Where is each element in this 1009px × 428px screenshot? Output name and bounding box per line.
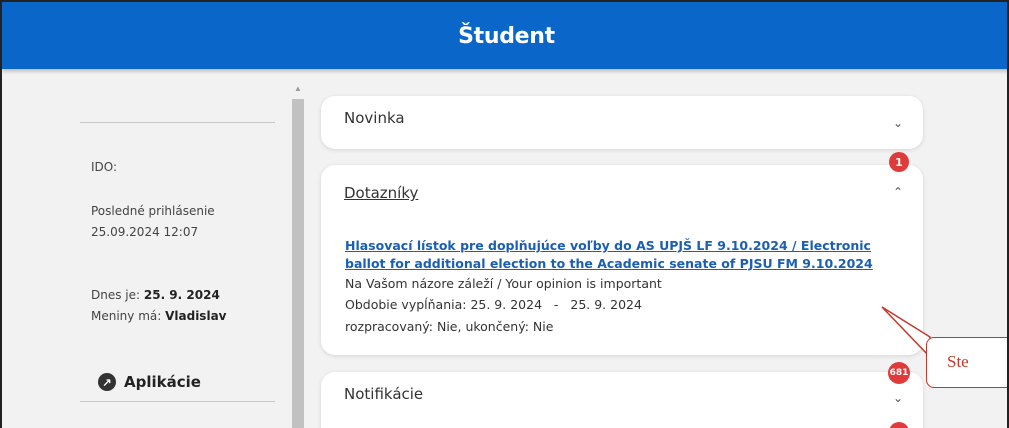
sidebar: IDO: Posledné prihlásenie 25.09.2024 12:… bbox=[2, 69, 292, 428]
notifikacie-count-badge: 681 bbox=[888, 362, 910, 384]
card-novinka[interactable]: Novinka ⌄ bbox=[321, 96, 923, 149]
nameday-value: Vladislav bbox=[165, 309, 227, 323]
last-login-value: 25.09.2024 12:07 bbox=[91, 225, 199, 239]
apps-label: Aplikácie bbox=[124, 373, 201, 391]
survey-status: rozpracovaný: Nie, ukončený: Nie bbox=[345, 319, 554, 334]
today-label: Dnes je: bbox=[91, 288, 144, 302]
scroll-up-arrow-icon[interactable]: ▲ bbox=[294, 84, 302, 93]
scrollbar[interactable]: ▲ bbox=[291, 84, 306, 428]
arrow-up-right-circle-icon: ↗ bbox=[98, 373, 116, 391]
survey-link[interactable]: Hlasovací lístok pre doplňujúce voľby do… bbox=[345, 237, 885, 273]
card-dotazniky-title[interactable]: Dotazníky bbox=[344, 184, 418, 202]
header-bar: Študent bbox=[2, 2, 1007, 69]
scroll-thumb[interactable] bbox=[292, 99, 304, 428]
nameday-line: Meniny má: Vladislav bbox=[91, 309, 227, 323]
dotazniky-count-badge: 1 bbox=[889, 152, 909, 172]
callout-text: Ste bbox=[947, 352, 969, 371]
sidebar-divider-bottom bbox=[80, 401, 275, 402]
chevron-down-icon[interactable]: ⌄ bbox=[893, 391, 905, 405]
chevron-up-icon[interactable]: ⌃ bbox=[893, 185, 905, 199]
page-title: Študent bbox=[458, 24, 555, 49]
sidebar-divider bbox=[80, 122, 275, 123]
card-notifikacie-title[interactable]: Notifikácie bbox=[344, 385, 423, 403]
today-line: Dnes je: 25. 9. 2024 bbox=[91, 288, 220, 302]
survey-subtitle: Na Vašom názore záleží / Your opinion is… bbox=[345, 276, 662, 291]
app-window: Študent IDO: Posledné prihlásenie 25.09.… bbox=[0, 0, 1009, 428]
last-login-label: Posledné prihlásenie bbox=[91, 204, 215, 218]
card-novinka-title[interactable]: Novinka bbox=[344, 109, 405, 127]
card-notifikacie[interactable]: Notifikácie ⌄ bbox=[321, 372, 923, 428]
chevron-down-icon[interactable]: ⌄ bbox=[893, 116, 905, 130]
today-value: 25. 9. 2024 bbox=[143, 288, 220, 302]
nameday-label: Meniny má: bbox=[91, 309, 166, 323]
survey-period: Obdobie vypĺňania: 25. 9. 2024 - 25. 9. … bbox=[345, 297, 642, 312]
apps-button[interactable]: ↗ Aplikácie bbox=[98, 372, 201, 392]
ido-label: IDO: bbox=[91, 160, 118, 174]
